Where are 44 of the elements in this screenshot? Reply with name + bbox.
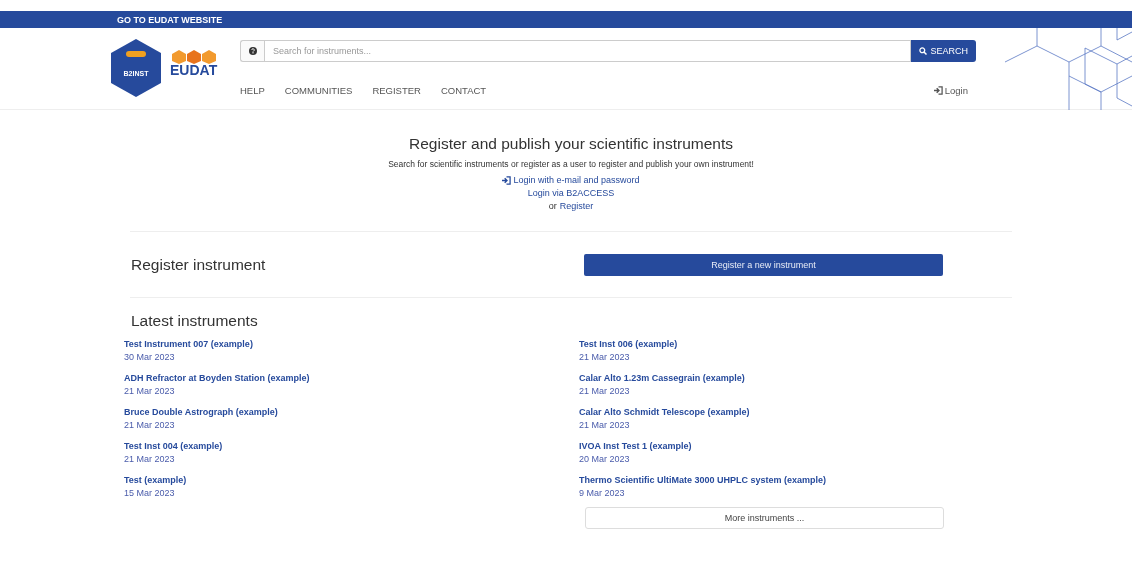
login-link[interactable]: Login [933, 85, 968, 96]
help-icon[interactable] [240, 40, 264, 62]
search-field[interactable]: Search for instruments... [264, 40, 912, 62]
instrument-date: 21 Mar 2023 [579, 351, 631, 364]
search-icon [919, 47, 928, 55]
section-title: Latest instruments [131, 312, 259, 330]
section-title: Register instrument [131, 255, 266, 274]
instrument-link[interactable]: Calar Alto 1.23m Cassegrain (example) [579, 372, 1018, 385]
login-icon [933, 86, 943, 95]
nav-link[interactable]: COMMUNITIES [284, 85, 353, 96]
instrument-date: 21 Mar 2023 [579, 385, 631, 398]
instrument-link[interactable]: IVOA Inst Test 1 (example) [579, 440, 1018, 453]
instrument-link[interactable]: Bruce Double Astrograph (example) [124, 406, 579, 419]
instrument-date: 30 Mar 2023 [124, 351, 176, 364]
instrument-link[interactable]: Thermo Scientific UltiMate 3000 UHPLC system (example) [579, 474, 1018, 487]
instrument-link[interactable]: Test (example) [124, 474, 579, 487]
login-b2access-link[interactable]: Login via B2ACCESS [527, 187, 615, 200]
instrument-date: 21 Mar 2023 [124, 419, 176, 432]
search-button[interactable]: SEARCH [911, 40, 976, 62]
cubes-icon [171, 50, 216, 64]
or-text: or [548, 200, 557, 213]
nav-link[interactable]: HELP [240, 85, 265, 96]
instrument-date: 15 Mar 2023 [124, 487, 176, 500]
nav-link[interactable]: CONTACT [440, 85, 487, 96]
instrument-link[interactable]: ADH Refractor at Boyden Station (example) [124, 372, 579, 385]
register-link[interactable]: Register [559, 200, 594, 213]
eudat-logo-text: EUDAT [170, 62, 218, 78]
instrument-date: 21 Mar 2023 [124, 385, 176, 398]
instrument-link[interactable]: Test Instrument 007 (example) [124, 338, 579, 351]
login-email-link[interactable]: Login with e-mail and password [502, 174, 640, 187]
instrument-date: 9 Mar 2023 [579, 487, 626, 500]
instrument-link[interactable]: Test Inst 006 (example) [579, 338, 1018, 351]
instrument-date: 21 Mar 2023 [579, 419, 631, 432]
register-instrument-button[interactable]: Register a new instrument [584, 253, 943, 276]
page-title: Register and publish your scientific instruments [409, 135, 733, 153]
instrument-date: 21 Mar 2023 [124, 453, 176, 466]
intro-text: Search for scientific instruments or register as a user to register and publish your own instrument! [388, 159, 754, 169]
nav-link[interactable]: REGISTER [372, 85, 421, 96]
more-instruments-button[interactable]: More instruments ... [585, 507, 944, 529]
eudat-website-link[interactable]: GO TO EUDAT WEBSITE [117, 14, 223, 25]
login-icon [502, 176, 512, 185]
instrument-link[interactable]: Calar Alto Schmidt Telescope (example) [579, 406, 1018, 419]
instrument-date: 20 Mar 2023 [579, 453, 631, 466]
instrument-link[interactable]: Test Inst 004 (example) [124, 440, 579, 453]
